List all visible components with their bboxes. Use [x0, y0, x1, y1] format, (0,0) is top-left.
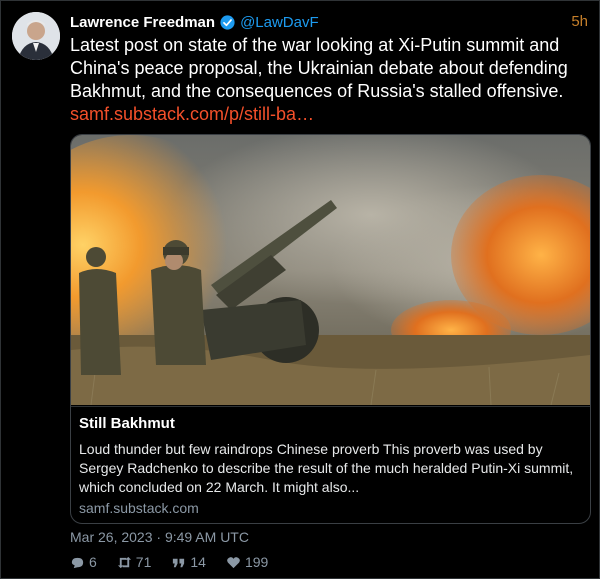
reply-stat[interactable]: 6	[70, 554, 97, 570]
tweet-timestamp[interactable]: Mar 26, 2023 · 9:49 AM UTC	[70, 529, 249, 545]
reply-count: 6	[89, 554, 97, 570]
card-body: Still Bakhmut Loud thunder but few raind…	[71, 406, 590, 523]
avatar[interactable]	[12, 12, 60, 60]
retweet-icon	[117, 556, 131, 568]
tweet-age[interactable]: 5h	[571, 13, 588, 30]
avatar-image	[12, 12, 60, 60]
card-domain: samf.substack.com	[79, 500, 199, 516]
like-count: 199	[244, 554, 269, 570]
link-card[interactable]: Still Bakhmut Loud thunder but few raind…	[70, 134, 591, 524]
card-image	[71, 135, 590, 406]
tweet-stats: 6 71 14 199	[70, 554, 268, 570]
quote-stat[interactable]: 14	[171, 554, 206, 570]
quote-icon	[173, 558, 185, 567]
tweet-header: Lawrence Freedman @LawDavF 5h	[70, 12, 588, 32]
heart-icon	[227, 556, 240, 568]
like-stat[interactable]: 199	[226, 554, 268, 570]
quote-count: 14	[190, 554, 206, 570]
tweet-text: Latest post on state of the war looking …	[70, 34, 590, 126]
tweet-body: Latest post on state of the war looking …	[70, 35, 568, 101]
retweet-stat[interactable]: 71	[117, 554, 152, 570]
card-description: Loud thunder but few raindrops Chinese p…	[79, 441, 574, 495]
verified-badge-icon	[219, 14, 236, 31]
retweet-count: 71	[135, 554, 152, 570]
author-name[interactable]: Lawrence Freedman	[70, 14, 215, 31]
tweet-link[interactable]: samf.substack.com/p/still-ba…	[70, 103, 590, 126]
card-title: Still Bakhmut	[79, 415, 175, 432]
tweet: Lawrence Freedman @LawDavF 5h Latest pos…	[0, 0, 600, 579]
author-handle[interactable]: @LawDavF	[240, 14, 319, 31]
reply-icon	[71, 557, 84, 568]
